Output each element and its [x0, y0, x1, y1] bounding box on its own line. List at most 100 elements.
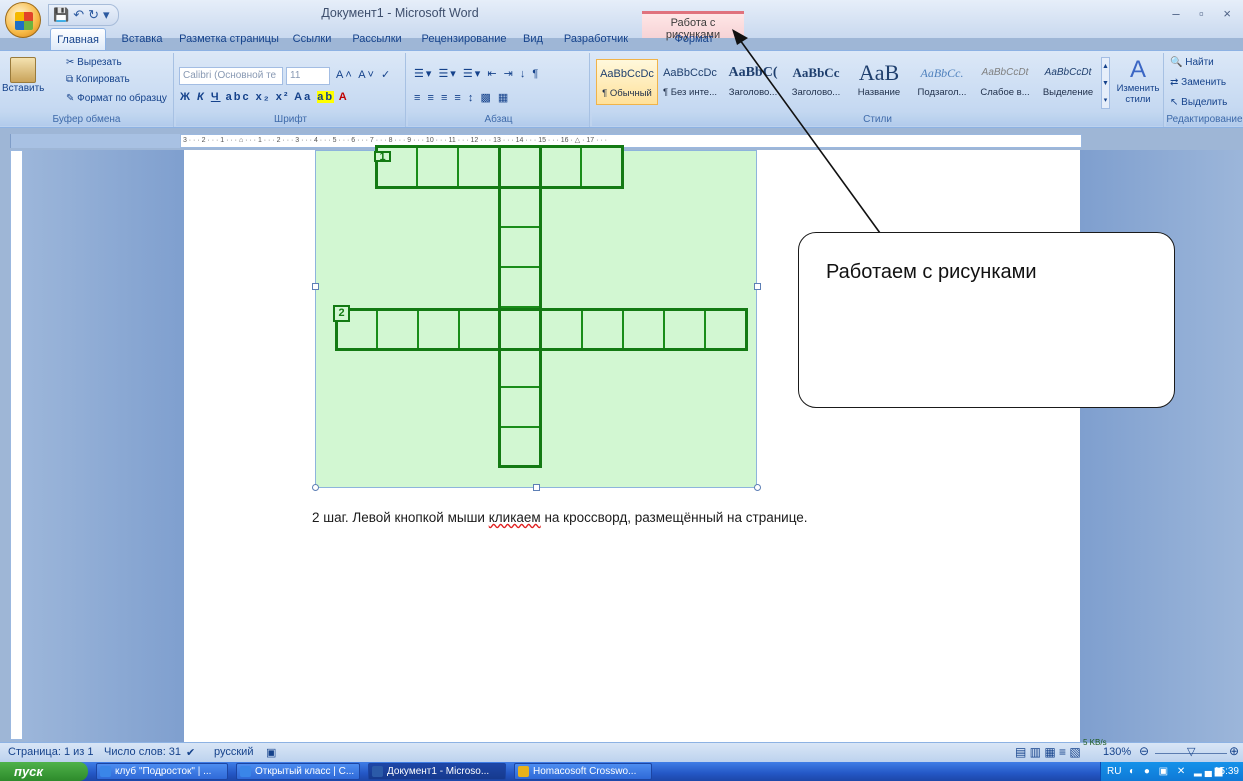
binoculars-icon: 🔍 [1170, 57, 1186, 68]
underline-button[interactable]: Ч [211, 91, 221, 103]
step-text-after: на кроссворд, размещённый на странице. [540, 510, 808, 525]
paragraph-group: ☰▾ ☰▾ ☰▾ ⇤ ⇥ ↓ ¶ ≡ ≡ ≡ ≡ ↕ ▩ ▦ Абзац [408, 53, 590, 127]
paste-button[interactable]: Вставить [2, 83, 44, 94]
crossword-cell [499, 347, 540, 387]
style-heading2[interactable]: AaBbCc Заголово... [785, 59, 847, 105]
select-button[interactable]: ↖ Выделить [1170, 97, 1227, 108]
taskbar-item-open-class-label: Открытый класс | С... [255, 766, 355, 777]
ribbon: Вставить ✂ Вырезать ⧉ Копировать ✎ Форма… [0, 50, 1243, 128]
change-styles-button[interactable]: A Изменить стили [1116, 57, 1160, 113]
style-no-spacing-sample: AaBbCcDc [663, 67, 717, 79]
style-heading1[interactable]: AaBbC(Заголово... [722, 59, 784, 105]
copy-icon: ⧉ [66, 74, 76, 85]
find-label: Найти [1185, 57, 1214, 68]
tab-home[interactable]: Главная [50, 28, 106, 50]
style-subtitle[interactable]: AaBbCc. Подзагол... [911, 59, 973, 105]
styles-group-label: Стили [592, 113, 1163, 126]
crossword-cell [458, 147, 499, 187]
step-text-before: 2 шаг. Левой кнопкой мыши [312, 510, 489, 525]
style-emphasis[interactable]: AaBbCcDt Выделение [1037, 59, 1099, 105]
tab-format[interactable]: Формат [664, 28, 724, 50]
replace-icon: ⇄ [1170, 77, 1182, 88]
cut-button[interactable]: ✂ Вырезать [66, 57, 122, 68]
crossword-cell [540, 147, 581, 187]
office-button[interactable] [5, 2, 41, 38]
crossword-cell [499, 147, 540, 187]
start-button[interactable]: пуск [0, 762, 88, 781]
taskbar-item-crossword[interactable]: Homacosoft Crosswo... [514, 763, 652, 780]
macro-record-icon[interactable]: ▣ [266, 746, 276, 759]
style-heading1-sample: AaBbC( [728, 65, 778, 80]
font-group-label: Шрифт [176, 113, 405, 126]
brush-icon: ✎ [66, 93, 78, 104]
resize-handle-bottom-left[interactable] [312, 484, 319, 491]
style-no-spacing-name: ¶ Без инте... [662, 87, 718, 98]
font-grow-shrink-icons[interactable]: A˄ A˅ ✓ [336, 68, 392, 86]
zoom-level[interactable]: 130% [1103, 746, 1131, 758]
resize-handle-right[interactable] [754, 283, 761, 290]
tab-page-layout[interactable]: Разметка страницы [174, 28, 284, 50]
style-subtle-emphasis[interactable]: AaBbCcDt Слабое в... [974, 59, 1036, 105]
style-title-sample: AaB [858, 60, 900, 85]
crossword-cell [377, 309, 418, 349]
crossword-cell [499, 427, 540, 467]
taskbar-item-word[interactable]: Документ1 - Microso... [368, 763, 506, 780]
style-no-spacing[interactable]: AaBbCcDc ¶ Без инте... [659, 59, 721, 105]
language-indicator[interactable]: русский [214, 746, 253, 758]
zoom-out-icon[interactable]: ⊖ [1139, 744, 1149, 758]
resize-handle-bottom-right[interactable] [754, 484, 761, 491]
zoom-in-icon[interactable]: ⊕ [1229, 744, 1239, 758]
view-buttons-icons[interactable]: ▤ ▥ ▦ ≡ ▧ [1015, 745, 1081, 759]
font-color-icon[interactable]: A [339, 91, 349, 103]
italic-button[interactable]: К [197, 91, 206, 103]
list-indent-icons[interactable]: ☰▾ ☰▾ ☰▾ ⇤ ⇥ ↓ ¶ [414, 67, 540, 85]
highlight-icon[interactable]: ab [317, 91, 335, 103]
strikethrough-icon[interactable]: abc x₂ x² Aa [226, 91, 313, 103]
page-counter[interactable]: Страница: 1 из 1 [8, 746, 94, 758]
alignment-icons[interactable]: ≡ ≡ ≡ ≡ ↕ ▩ ▦ [414, 91, 510, 109]
style-title[interactable]: AaB Название [848, 59, 910, 105]
copy-button[interactable]: ⧉ Копировать [66, 74, 130, 85]
tab-mailings[interactable]: Рассылки [348, 28, 406, 50]
word-count[interactable]: Число слов: 31 [104, 746, 181, 758]
replace-button[interactable]: ⇄ Заменить [1170, 77, 1226, 88]
resize-handle-bottom[interactable] [533, 484, 540, 491]
ie-icon [100, 766, 111, 777]
replace-label: Заменить [1181, 77, 1227, 88]
style-title-name: Название [857, 87, 901, 98]
font-name-combo[interactable]: Calibri (Основной те [179, 67, 283, 85]
crossword-picture[interactable]: 1 2 [315, 145, 757, 488]
tab-references[interactable]: Ссылки [290, 28, 334, 50]
font-size-combo[interactable]: 11 [286, 67, 330, 85]
styles-group: AaBbCcDc ¶ Обычный AaBbCcDc ¶ Без инте... … [592, 53, 1164, 127]
tab-review[interactable]: Рецензирование [416, 28, 512, 50]
spellcheck-icon[interactable]: ✔ [186, 746, 195, 759]
horizontal-ruler[interactable]: 3 · · · 2 · · · 1 · · · ⌂ · · · 1 · · · … [180, 134, 1082, 148]
step-instruction-text: 2 шаг. Левой кнопкой мыши кликаем на кро… [312, 510, 808, 525]
tab-insert[interactable]: Вставка [112, 28, 172, 50]
styles-scroll[interactable]: ▲ ▼ ▾ [1101, 57, 1110, 109]
window-controls[interactable]: – ▫ × [1172, 6, 1239, 21]
tray-icons[interactable]: ◐ ● ▣ ✕ ▂▄▆ [1129, 762, 1226, 781]
font-format-icons[interactable]: Ж К Ч abc x₂ x² Aa ab A [180, 91, 349, 109]
crossword-cell [623, 309, 664, 349]
format-painter-button[interactable]: ✎ Формат по образцу [66, 93, 167, 104]
style-subtle-emphasis-name: Слабое в... [980, 87, 1030, 98]
style-heading2-sample: AaBbCc [792, 65, 840, 80]
status-bar: Страница: 1 из 1 Число слов: 31 ✔ русски… [0, 738, 1243, 762]
zoom-slider-thumb-icon[interactable]: ▽ [1187, 745, 1195, 758]
clock: 15:39 [1213, 766, 1239, 777]
resize-handle-left[interactable] [312, 283, 319, 290]
language-tray[interactable]: RU [1107, 762, 1121, 781]
style-normal[interactable]: AaBbCcDc ¶ Обычный [596, 59, 658, 105]
taskbar-item-open-class[interactable]: Открытый класс | С... [236, 763, 360, 780]
tab-view[interactable]: Вид [518, 28, 548, 50]
taskbar-item-club[interactable]: клуб "Подросток" | ... [96, 763, 228, 780]
bold-button[interactable]: Ж [180, 91, 192, 103]
style-subtitle-sample: AaBbCc. [920, 66, 964, 80]
find-button[interactable]: 🔍 Найти [1170, 57, 1214, 68]
tab-developer[interactable]: Разработчик [560, 28, 632, 50]
style-normal-sample: AaBbCcDc [600, 68, 654, 80]
paste-icon[interactable] [10, 57, 36, 83]
vertical-ruler[interactable] [10, 150, 23, 740]
